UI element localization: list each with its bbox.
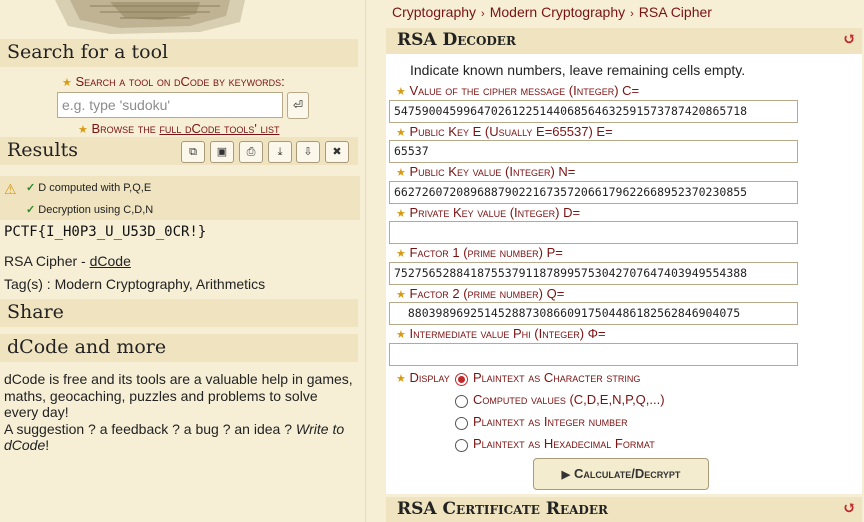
calculate-button-label: Calculate/Decrypt xyxy=(574,466,681,481)
instructions: Indicate known numbers, leave remaining … xyxy=(410,62,746,78)
radio-plaintext-string[interactable] xyxy=(455,373,468,386)
option-plaintext-string[interactable]: Plaintext as Character string xyxy=(473,370,640,385)
main-content: Cryptography › Modern Cryptography › RSA Cip… xyxy=(365,0,864,522)
star-icon: ★ xyxy=(396,127,406,139)
field-label-text: Factor 1 (prime number) P= xyxy=(409,245,563,260)
field-label-text: Factor 2 (prime number) Q= xyxy=(409,286,565,301)
star-icon: ★ xyxy=(396,373,406,385)
check-icon: ✓ xyxy=(26,182,36,194)
tool-credit: RSA Cipher - dCode xyxy=(4,253,131,269)
factor-q-input[interactable]: 8803989692514528873086609175044861825628… xyxy=(389,302,798,325)
breadcrumb: Cryptography › Modern Cryptography › RSA Cip… xyxy=(392,4,712,20)
result-line: ✓ D computed with P,Q,E xyxy=(26,181,151,194)
play-icon: ▶ xyxy=(561,469,571,481)
field-label-text: Private Key value (Integer) D= xyxy=(409,205,581,220)
phi-label: ★ Intermediate value Phi (Integer) Φ= xyxy=(396,326,606,341)
more-section-title: dCode and more xyxy=(0,334,358,362)
save-results-button[interactable]: ▣ xyxy=(210,141,234,163)
browse-tools-link[interactable]: full dCode tools' list xyxy=(159,121,279,136)
search-label: ★ Search a tool on dCode by keywords: xyxy=(62,74,285,89)
close-results-button[interactable]: ✖ xyxy=(325,141,349,163)
browse-prefix: Browse the xyxy=(91,121,160,136)
share-section-title: Share xyxy=(0,299,358,327)
search-section-title: Search for a tool xyxy=(0,39,358,67)
certificate-panel-header: RSA Certificate Reader ↺ xyxy=(386,497,862,522)
result-line-text: D computed with P,Q,E xyxy=(38,182,152,194)
cipher-label: ★ Value of the cipher message (Integer) … xyxy=(396,83,639,98)
feedback-end: ! xyxy=(45,437,50,453)
decoder-panel: Indicate known numbers, leave remaining … xyxy=(386,54,862,494)
private-key-d-input[interactable] xyxy=(389,221,798,244)
field-label-text: Public Key E (Usually E=65537) E= xyxy=(409,124,613,139)
dcode-link[interactable]: dCode xyxy=(90,253,131,269)
decoder-title: RSA Decoder xyxy=(397,30,516,50)
result-line: ✓ Decryption using C,D,N xyxy=(26,203,153,216)
star-icon: ★ xyxy=(396,167,406,179)
star-icon: ★ xyxy=(62,77,72,89)
search-label-text: Search a tool on dCode by keywords: xyxy=(75,74,285,89)
copy-results-button[interactable]: ⧉ xyxy=(181,141,205,163)
about-text: dCode is free and its tools are a valuab… xyxy=(4,371,354,454)
decoder-panel-header: RSA Decoder ↺ xyxy=(386,28,862,54)
chevron-right-icon: › xyxy=(481,8,485,20)
result-line-text: Decryption using C,D,N xyxy=(38,204,154,216)
private-key-d-label: ★ Private Key value (Integer) D= xyxy=(396,205,580,220)
breadcrumb-modern-cryptography[interactable]: Modern Cryptography xyxy=(490,4,625,20)
radio-plaintext-integer[interactable] xyxy=(455,417,468,430)
option-plaintext-hex[interactable]: Plaintext as Hexadecimal Format xyxy=(473,436,655,451)
reset-icon[interactable]: ↺ xyxy=(843,29,856,48)
search-input[interactable] xyxy=(57,92,283,118)
radio-plaintext-hex[interactable] xyxy=(455,439,468,452)
download-results-button[interactable]: ⤓ xyxy=(268,141,292,163)
decrypted-result: PCTF{I_H0P3_U_U53D_0CR!} xyxy=(4,224,207,240)
reset-icon[interactable]: ↺ xyxy=(843,498,856,517)
banner-image xyxy=(55,0,245,34)
option-computed-values[interactable]: Computed values (C,D,E,N,P,Q,...) xyxy=(473,392,665,407)
radio-computed-values[interactable] xyxy=(455,395,468,408)
star-icon: ★ xyxy=(396,86,406,98)
tool-credit-prefix: RSA Cipher - xyxy=(4,253,90,269)
star-icon: ★ xyxy=(396,208,406,220)
warning-icon: ⚠ xyxy=(4,181,17,197)
search-button[interactable]: ⏎ xyxy=(287,92,309,119)
public-key-e-input[interactable]: 65537 xyxy=(389,140,798,163)
left-sidebar: Search for a tool ★ Search a tool on dCo… xyxy=(0,0,365,522)
public-key-e-label: ★ Public Key E (Usually E=65537) E= xyxy=(396,124,613,139)
public-key-n-input[interactable]: 6627260720896887902216735720661796226689… xyxy=(389,181,798,204)
display-label-text: Display xyxy=(409,370,450,385)
star-icon: ★ xyxy=(396,248,406,260)
tags-line: Tag(s) : Modern Cryptography, Arithmetic… xyxy=(4,276,266,292)
phi-input[interactable] xyxy=(389,343,798,366)
factor-p-label: ★ Factor 1 (prime number) P= xyxy=(396,245,563,260)
star-icon: ★ xyxy=(396,289,406,301)
star-icon: ★ xyxy=(396,329,406,341)
browse-tools: ★ Browse the full dCode tools' list xyxy=(78,121,279,136)
result-messages: ⚠ ✓ D computed with P,Q,E ✓ Decryption u… xyxy=(0,176,360,220)
factor-p-input[interactable]: 7527565288418755379118789957530427076474… xyxy=(389,262,798,285)
option-plaintext-integer[interactable]: Plaintext as Integer number xyxy=(473,414,628,429)
check-icon: ✓ xyxy=(26,204,36,216)
cipher-input[interactable]: 5475900459964702612251440685646325915737… xyxy=(389,100,798,123)
field-label-text: Intermediate value Phi (Integer) Φ= xyxy=(409,326,606,341)
display-label: ★ Display xyxy=(396,370,450,385)
field-label-text: Public Key value (Integer) N= xyxy=(409,164,576,179)
about-text-line: dCode is free and its tools are a valuab… xyxy=(4,371,353,420)
feedback-text: A suggestion ? a feedback ? a bug ? an i… xyxy=(4,420,296,437)
star-icon: ★ xyxy=(78,124,88,136)
factor-q-label: ★ Factor 2 (prime number) Q= xyxy=(396,286,564,301)
field-label-text: Value of the cipher message (Integer) C= xyxy=(409,83,640,98)
chevron-right-icon: › xyxy=(630,8,634,20)
pin-results-button[interactable]: ⇩ xyxy=(296,141,320,163)
public-key-n-label: ★ Public Key value (Integer) N= xyxy=(396,164,575,179)
certificate-title: RSA Certificate Reader xyxy=(397,499,608,519)
breadcrumb-rsa-cipher[interactable]: RSA Cipher xyxy=(639,4,712,20)
breadcrumb-cryptography[interactable]: Cryptography xyxy=(392,4,476,20)
calculate-decrypt-button[interactable]: ▶ Calculate/Decrypt xyxy=(533,458,709,490)
print-results-button[interactable]: ⎙ xyxy=(239,141,263,163)
results-title-text: Results xyxy=(7,139,78,161)
